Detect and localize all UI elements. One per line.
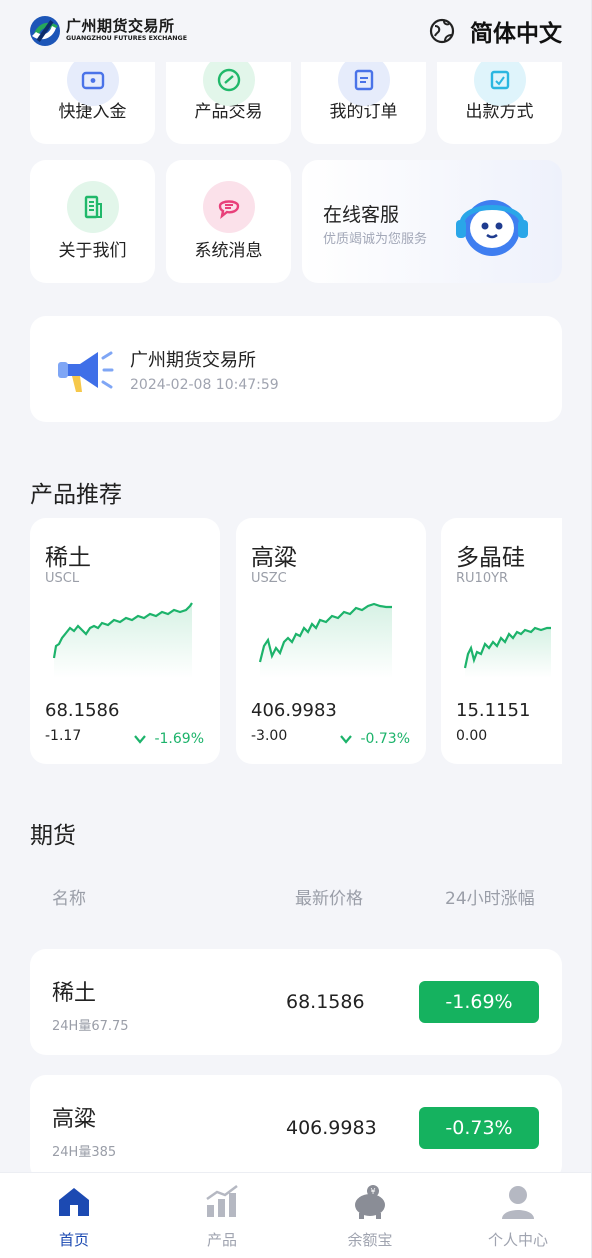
product-price: 68.1586 (45, 700, 120, 721)
futures-price: 68.1586 (286, 991, 365, 1013)
exchange-logo-icon (30, 16, 60, 46)
online-service-card[interactable]: 在线客服 优质竭诚为您服务 (302, 160, 562, 283)
product-change: -0.73% (340, 731, 410, 747)
product-card[interactable]: 多晶硅 RU10YR 15.1151 0.00 (441, 518, 562, 764)
futures-change-badge: -1.69% (419, 981, 539, 1023)
table-row[interactable]: 稀土 24H量67.75 68.1586 -1.69% (30, 949, 562, 1055)
message-icon (203, 181, 255, 233)
quick-action-label: 系统消息 (194, 241, 263, 261)
tab-profile[interactable]: 个人中心 (444, 1173, 592, 1258)
tab-label: 产品 (206, 1231, 237, 1249)
product-card[interactable]: 稀土 USCL 68.1586 -1.17 -1.69% (30, 518, 220, 764)
exchange-logo[interactable]: 广州期货交易所 GUANGZHOU FUTURES EXCHANGE (28, 14, 187, 48)
product-recommend-carousel[interactable]: 稀土 USCL 68.1586 -1.17 -1.69% 高粱 USZC 406… (30, 518, 562, 765)
about-us-button[interactable]: 关于我们 (30, 160, 155, 283)
logo-title: 广州期货交易所 (66, 17, 175, 36)
bottom-tab-bar: 首页 产品 ¥ 余额宝 个人中心 (0, 1172, 592, 1258)
announcement-title: 广州期货交易所 (130, 350, 256, 371)
product-name: 多晶硅 (456, 545, 525, 571)
system-messages-button[interactable]: 系统消息 (166, 160, 291, 283)
chart-icon (206, 1185, 238, 1217)
column-header-name: 名称 (52, 889, 86, 909)
building-icon (67, 181, 119, 233)
product-code: USZC (251, 571, 287, 586)
logo-subtitle: GUANGZHOU FUTURES EXCHANGE (66, 35, 188, 43)
language-label: 简体中文 (470, 21, 562, 47)
sparkline-chart (52, 602, 193, 678)
app-header: 广州期货交易所 GUANGZHOU FUTURES EXCHANGE 简体中文 (0, 0, 592, 62)
table-row[interactable]: 高粱 24H量385 406.9983 -0.73% (30, 1075, 562, 1181)
language-switcher[interactable]: 简体中文 (428, 14, 562, 48)
chevron-down-icon (134, 735, 147, 744)
product-price: 406.9983 (251, 700, 337, 721)
tab-balance[interactable]: ¥ 余额宝 (296, 1173, 444, 1258)
service-title: 在线客服 (323, 204, 400, 226)
product-name: 稀土 (45, 545, 91, 571)
product-delta: -1.17 (45, 728, 82, 744)
product-code: USCL (45, 571, 80, 586)
service-subtitle: 优质竭诚为您服务 (323, 232, 428, 247)
futures-volume: 24H量385 (52, 1145, 117, 1160)
tab-products[interactable]: 产品 (148, 1173, 296, 1258)
futures-price: 406.9983 (286, 1117, 377, 1139)
piggy-bank-icon: ¥ (355, 1185, 385, 1219)
column-header-price: 最新价格 (295, 889, 363, 909)
customer-service-robot-icon (456, 200, 528, 256)
megaphone-icon (58, 351, 114, 392)
product-card[interactable]: 高粱 USZC 406.9983 -3.00 -0.73% (236, 518, 426, 764)
product-price: 15.1151 (456, 700, 531, 721)
tab-label: 余额宝 (347, 1231, 393, 1249)
futures-change-badge: -0.73% (419, 1107, 539, 1149)
futures-name: 稀土 (52, 981, 97, 1006)
futures-name: 高粱 (52, 1107, 97, 1132)
product-delta: -3.00 (251, 728, 288, 744)
section-title-recommend: 产品推荐 (30, 482, 122, 508)
chevron-down-icon (340, 735, 353, 744)
product-delta: 0.00 (456, 728, 488, 744)
quick-action-label: 关于我们 (58, 241, 127, 261)
product-change: -1.69% (134, 731, 204, 747)
globe-icon (429, 18, 455, 44)
product-change-value: -1.69% (154, 731, 204, 747)
section-title-futures: 期货 (30, 823, 76, 849)
sparkline-chart (258, 602, 392, 678)
announcement-time: 2024-02-08 10:47:59 (130, 377, 279, 393)
product-name: 高粱 (251, 545, 297, 571)
tab-label: 个人中心 (487, 1231, 548, 1249)
tab-label: 首页 (58, 1231, 89, 1249)
column-header-change: 24小时涨幅 (445, 889, 535, 909)
user-icon (502, 1186, 534, 1219)
tab-home[interactable]: 首页 (0, 1173, 148, 1258)
product-code: RU10YR (456, 571, 509, 586)
svg-text:¥: ¥ (370, 1187, 375, 1196)
home-icon (59, 1188, 89, 1216)
announcement-bar[interactable]: 广州期货交易所 2024-02-08 10:47:59 (30, 316, 562, 422)
futures-volume: 24H量67.75 (52, 1019, 129, 1034)
sparkline-chart (463, 626, 551, 678)
product-change-value: -0.73% (360, 731, 410, 747)
